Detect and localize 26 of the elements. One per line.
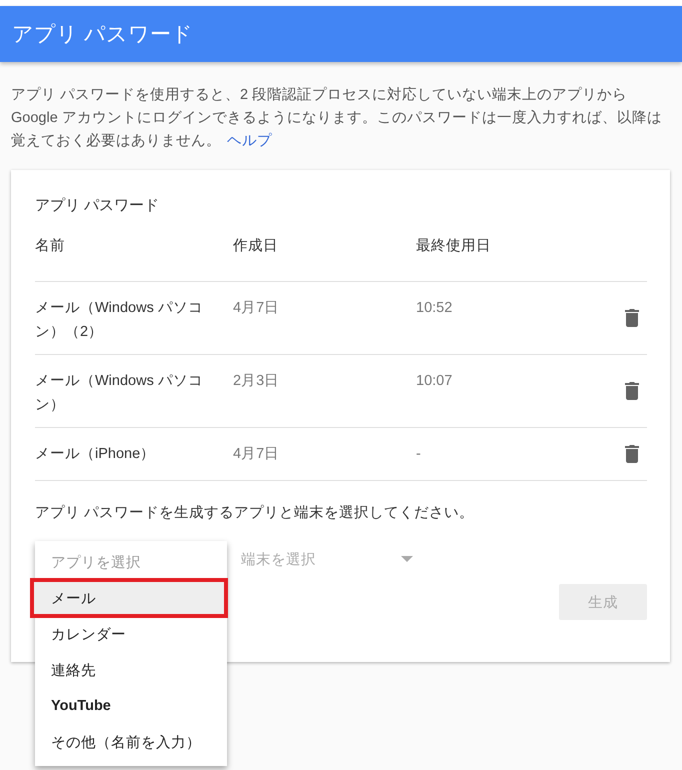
table-cell: 10:07 [416,355,617,428]
table-cell: 2月3日 [233,355,416,428]
table-cell: 4月7日 [233,282,416,355]
table-cell: 10:52 [416,282,617,355]
menu-item[interactable]: YouTube [35,688,227,724]
instruction-text: アプリ パスワードを生成するアプリと端末を選択してください。 [35,504,476,522]
menu-item[interactable]: カレンダー [35,616,227,652]
column-header: 名前 [35,236,233,282]
menu-item[interactable]: その他（名前を入力） [35,724,227,760]
column-header: 作成日 [233,236,416,282]
table-cell: - [416,428,617,481]
page-title: アプリ パスワード [12,22,193,48]
table-cell: 4月7日 [233,428,416,481]
dropdown-caret-icon [401,556,413,562]
trash-icon[interactable] [625,382,639,400]
description-text: アプリ パスワードを使用すると、2 段階認証プロセスに対応していない端末上のアプリから Google アカウントにログインできるようになります。このパスワードは一度入力すれば、以降は 覚えておく必要はありません。 ヘルプ [11,86,662,151]
table-cell: メール（Windows パソコン）（2） [35,282,233,355]
menu-item[interactable]: 連絡先 [35,652,227,688]
trash-icon[interactable] [625,309,639,327]
help-link[interactable]: ヘルプ [227,133,272,149]
card-title: アプリ パスワード [35,196,160,215]
table-cell: メール（Windows パソコン） [35,355,233,428]
trash-icon[interactable] [625,445,639,463]
menu-item[interactable]: メール [32,580,226,616]
table-cell: メール（iPhone） [35,428,233,481]
column-header: 最終使用日 [416,236,617,282]
